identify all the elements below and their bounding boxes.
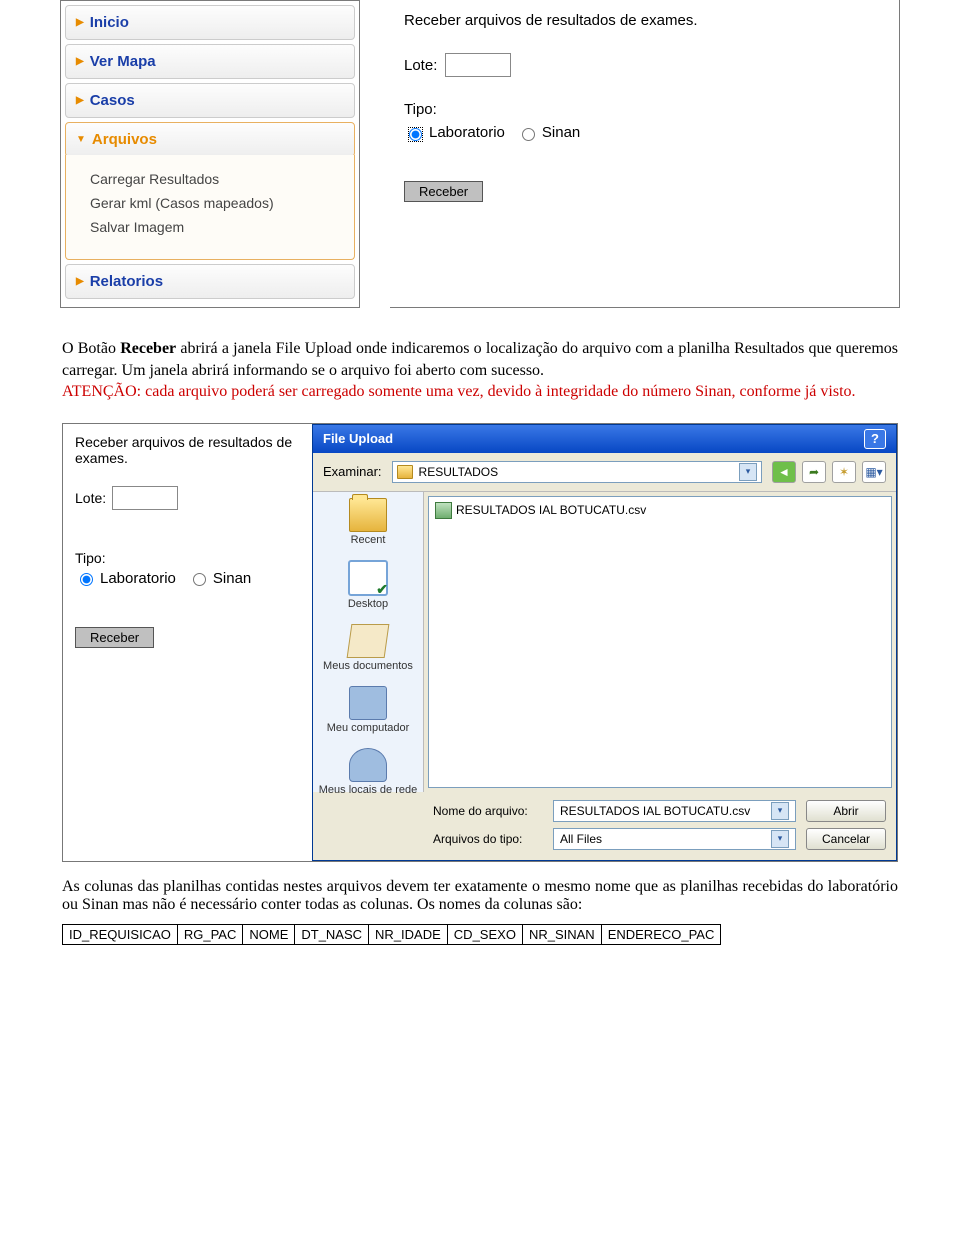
network-icon [349,748,387,782]
nav-ver-mapa[interactable]: ▶Ver Mapa [65,44,355,79]
nav-inicio[interactable]: ▶Inicio [65,5,355,40]
radio-sinan-2[interactable]: Sinan [188,570,251,587]
desktop-icon [348,560,388,596]
filename-input[interactable]: RESULTADOS IAL BOTUCATU.csv▾ [553,800,796,822]
folder-icon [349,498,387,532]
file-upload-screenshot: Receber arquivos de resultados de exames… [62,423,898,862]
col-header: NOME [243,924,295,944]
places-bar: Recent Desktop Meus documentos Meu compu… [313,492,424,792]
attention-note: ATENÇÃO: cada arquivo poderá ser carrega… [62,383,856,400]
chevron-down-icon: ▼ [76,134,86,145]
examinar-label: Examinar: [323,464,382,479]
place-documents[interactable]: Meus documentos [323,624,413,672]
radio-sinan[interactable]: Sinan [517,124,580,141]
chevron-right-icon: ▶ [76,17,84,28]
background-form: Receber arquivos de resultados de exames… [63,424,312,861]
filetype-select[interactable]: All Files▾ [553,828,796,850]
file-item[interactable]: RESULTADOS IAL BOTUCATU.csv [433,501,887,520]
sub-salvar-imagem[interactable]: Salvar Imagem [90,215,338,239]
view-menu-icon[interactable]: ▦▾ [862,461,886,483]
nav-casos[interactable]: ▶Casos [65,83,355,118]
radio-laboratorio[interactable]: Laboratorio [404,124,505,141]
col-header: DT_NASC [295,924,369,944]
file-upload-dialog: File Upload ? Examinar: RESULTADOS ▾ ◄ ➦… [312,424,897,861]
folder-icon [397,465,413,479]
chevron-down-icon[interactable]: ▾ [771,802,789,820]
dialog-titlebar: File Upload ? [313,425,896,453]
back-icon[interactable]: ◄ [772,461,796,483]
place-desktop[interactable]: Desktop [348,560,388,610]
col-header: CD_SEXO [447,924,522,944]
col-header: ID_REQUISICAO [63,924,178,944]
chevron-right-icon: ▶ [76,276,84,287]
lote-input-2[interactable] [112,486,178,510]
col-header: RG_PAC [177,924,243,944]
csv-icon [435,502,452,519]
computer-icon [349,686,387,720]
sub-gerar-kml[interactable]: Gerar kml (Casos mapeados) [90,191,338,215]
file-list[interactable]: RESULTADOS IAL BOTUCATU.csv [428,496,892,788]
nav-relatorios[interactable]: ▶Relatorios [65,264,355,299]
lote-label: Lote: [404,57,437,74]
filetype-label: Arquivos do tipo: [433,832,543,846]
radio-laboratorio-2[interactable]: Laboratorio [75,570,176,587]
columns-table: ID_REQUISICAO RG_PAC NOME DT_NASC NR_IDA… [62,924,721,945]
paragraph-2: As colunas das planilhas contidas nestes… [0,862,960,918]
chevron-right-icon: ▶ [76,95,84,106]
place-recent[interactable]: Recent [349,498,387,546]
lote-input[interactable] [445,53,511,77]
open-button[interactable]: Abrir [806,800,886,822]
place-computer[interactable]: Meu computador [327,686,410,734]
col-header: NR_IDADE [369,924,448,944]
chevron-down-icon[interactable]: ▾ [739,463,757,481]
sidebar: ▶Inicio ▶Ver Mapa ▶Casos ▼Arquivos Carre… [60,0,360,308]
up-folder-icon[interactable]: ➦ [802,461,826,483]
paragraph-1: O Botão Receber abrirá a janela File Upl… [0,328,960,413]
tipo-label: Tipo: [404,101,885,118]
nav-arquivos[interactable]: ▼Arquivos [65,122,355,157]
sub-carregar-resultados[interactable]: Carregar Resultados [90,167,338,191]
new-folder-icon[interactable]: ✶ [832,461,856,483]
col-header: ENDERECO_PAC [601,924,721,944]
receive-form: Receber arquivos de resultados de exames… [390,0,900,308]
col-header: NR_SINAN [522,924,601,944]
place-network[interactable]: Meus locais de rede [319,748,417,796]
folder-selector[interactable]: RESULTADOS ▾ [392,461,762,483]
cancel-button[interactable]: Cancelar [806,828,886,850]
filename-label: Nome do arquivo: [433,804,543,818]
form-heading: Receber arquivos de resultados de exames… [404,12,885,29]
chevron-down-icon[interactable]: ▾ [771,830,789,848]
chevron-right-icon: ▶ [76,56,84,67]
receber-button[interactable]: Receber [404,181,483,202]
receber-button-2[interactable]: Receber [75,627,154,648]
documents-icon [347,624,390,658]
nav-arquivos-submenu: Carregar Resultados Gerar kml (Casos map… [65,155,355,260]
help-icon[interactable]: ? [864,429,886,449]
